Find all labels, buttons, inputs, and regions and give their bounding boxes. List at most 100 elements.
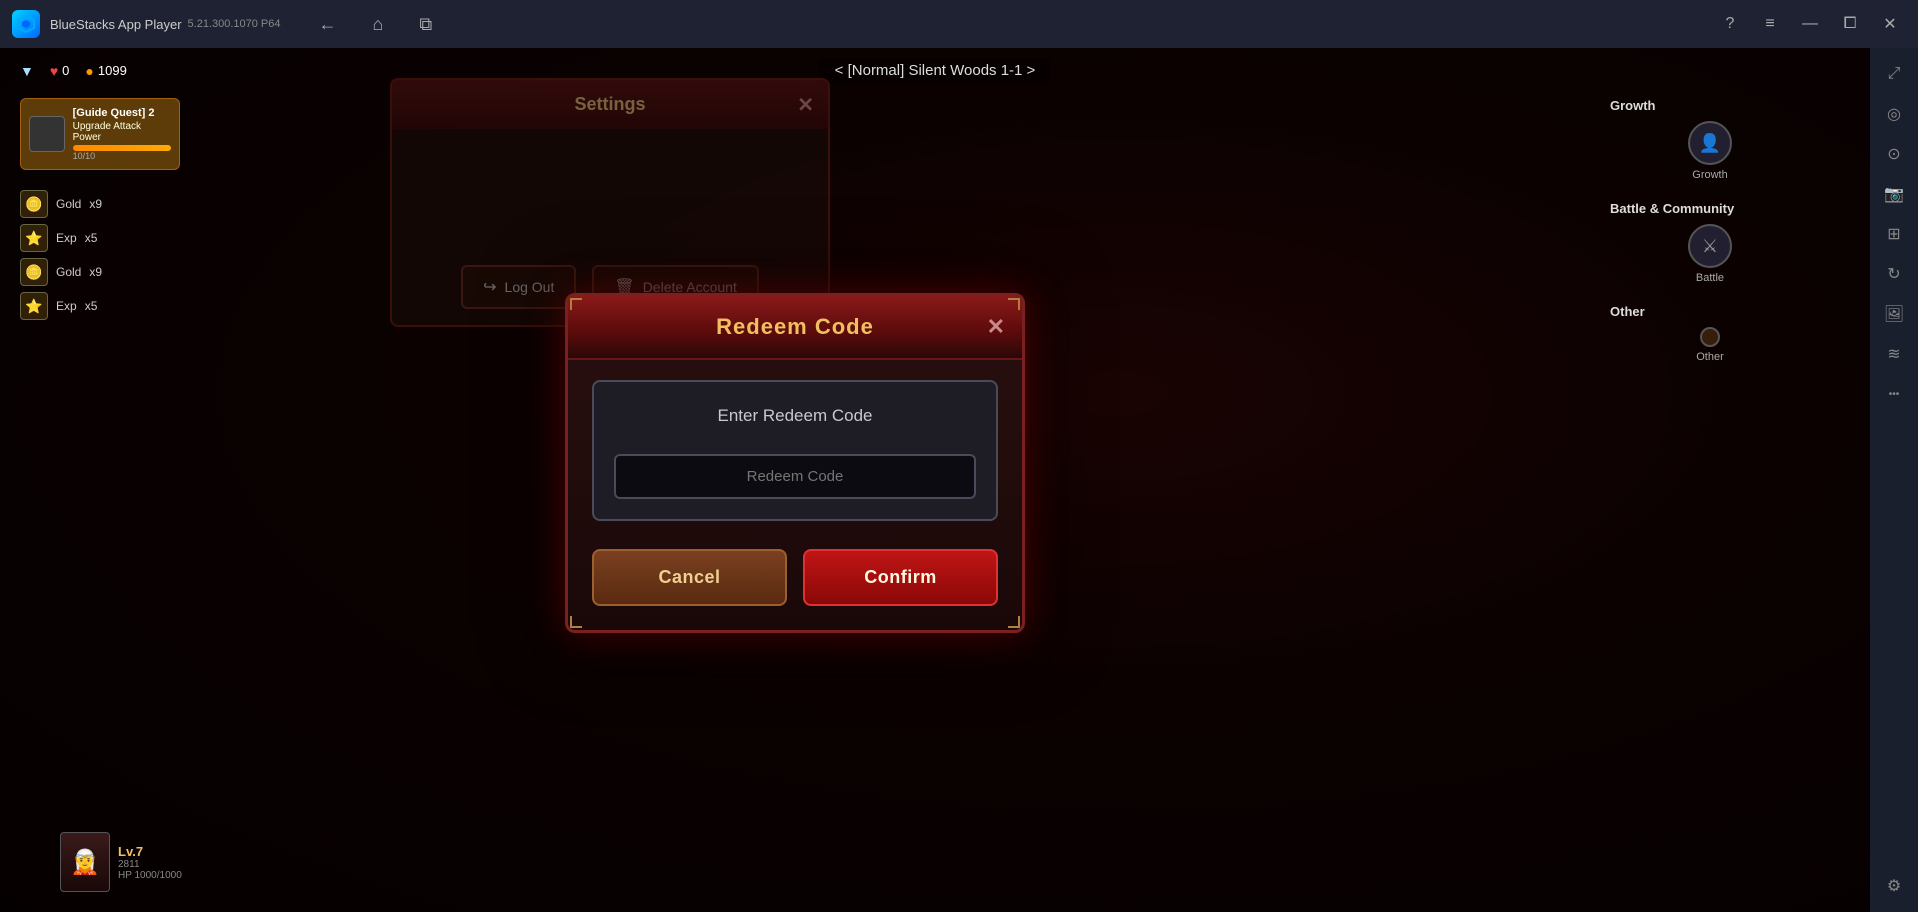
sidebar-camera-button[interactable]: ◎: [1876, 96, 1912, 132]
character-avatar: 🧝: [60, 832, 110, 892]
right-sidebar: ⤢ ◎ ⊙ 📷 ⊞ ↻ 🖼 ≋ ••• ⚙: [1870, 48, 1918, 912]
quest-description: Upgrade Attack Power: [73, 121, 171, 143]
gold2-count: x9: [89, 265, 102, 279]
redeem-code-modal: Redeem Code ✕ Enter Redeem Code Cancel C…: [565, 293, 1025, 633]
growth-title: Growth: [1610, 98, 1810, 113]
app-name-label: BlueStacks App Player: [50, 17, 182, 32]
exp2-icon: ⭐: [20, 292, 48, 320]
app-version-label: 5.21.300.1070 P64: [188, 18, 281, 30]
growth-button[interactable]: 👤 Growth: [1610, 121, 1810, 181]
exp2-count: x5: [85, 299, 98, 313]
gold2-icon: 🪙: [20, 258, 48, 286]
gold-count: x9: [89, 197, 102, 211]
heart-icon: ♥: [50, 63, 58, 79]
quest-card[interactable]: [Guide Quest] 2 Upgrade Attack Power 10/…: [20, 98, 180, 170]
growth-section: Growth 👤 Growth: [1610, 98, 1810, 181]
quest-avatar: [29, 116, 65, 152]
home-button[interactable]: ⌂: [365, 10, 392, 39]
minimize-button[interactable]: —: [1794, 8, 1826, 40]
other-icon: [1700, 327, 1720, 347]
back-button[interactable]: ←: [311, 10, 345, 39]
list-item: 🪙 Gold x9: [20, 190, 180, 218]
coin-icon: ●: [85, 63, 93, 79]
list-item: 🪙 Gold x9: [20, 258, 180, 286]
close-button[interactable]: ✕: [1874, 8, 1906, 40]
battle-community-title: Battle & Community: [1610, 201, 1810, 216]
left-panel: [Guide Quest] 2 Upgrade Attack Power 10/…: [20, 98, 180, 320]
corner-decoration-bl: [570, 616, 582, 628]
hearts-value: 0: [62, 63, 69, 78]
character-info: 🧝 Lv.7 2811 HP 1000/1000: [60, 832, 182, 892]
quest-progress-text: 10/10: [73, 151, 171, 161]
logout-label: Log Out: [505, 279, 555, 295]
redeem-placeholder-text: Enter Redeem Code: [614, 406, 976, 426]
settings-title-bar: Settings ✕: [392, 80, 828, 129]
list-item: ⭐ Exp x5: [20, 224, 180, 252]
sidebar-rotate-button[interactable]: ↻: [1876, 256, 1912, 292]
settings-body: [392, 129, 828, 249]
help-button[interactable]: ?: [1714, 8, 1746, 40]
logout-button[interactable]: ↪ Log Out: [461, 265, 576, 309]
sidebar-photo-button[interactable]: 🖼: [1876, 296, 1912, 332]
character-power: 2811: [118, 859, 182, 870]
quest-title: [Guide Quest] 2: [73, 107, 171, 119]
settings-title: Settings: [574, 94, 645, 114]
other-section: Other Other: [1610, 304, 1810, 363]
character-stats: Lv.7 2811 HP 1000/1000: [118, 844, 182, 881]
battle-section: Battle & Community ⚔ Battle: [1610, 201, 1810, 284]
corner-decoration-br: [1008, 616, 1020, 628]
battle-button[interactable]: ⚔ Battle: [1610, 224, 1810, 284]
corner-decoration-tr: [1008, 298, 1020, 310]
redeem-input-box: Enter Redeem Code: [592, 380, 998, 521]
sidebar-settings-button[interactable]: ⚙: [1876, 868, 1912, 904]
sidebar-shake-button[interactable]: ≋: [1876, 336, 1912, 372]
redeem-close-button[interactable]: ✕: [987, 314, 1006, 340]
growth-icon: 👤: [1688, 121, 1732, 165]
growth-label: Growth: [1692, 169, 1727, 181]
confirm-button[interactable]: Confirm: [803, 549, 998, 606]
redeem-buttons: Cancel Confirm: [568, 529, 1022, 630]
logout-icon: ↪: [483, 277, 496, 297]
tabs-button[interactable]: ⧉: [411, 10, 440, 39]
settings-backdrop: Settings ✕ ↪ Log Out 🗑 Delete Account: [390, 78, 830, 327]
right-panel: Growth 👤 Growth Battle & Community ⚔ Bat…: [1610, 98, 1810, 363]
character-hp: HP 1000/1000: [118, 870, 182, 881]
exp-count: x5: [85, 231, 98, 245]
game-background: ▼ ♥ 0 ● 1099 < [Normal] Silent Woods 1-1…: [0, 48, 1870, 912]
loot-items: 🪙 Gold x9 ⭐ Exp x5 🪙 Gold x9 ⭐ Exp x5: [20, 190, 180, 320]
exp-icon: ⭐: [20, 224, 48, 252]
redeem-code-input[interactable]: [614, 454, 976, 499]
redeem-body: Enter Redeem Code: [568, 360, 1022, 529]
game-hud-top: ▼ ♥ 0 ● 1099 < [Normal] Silent Woods 1-1…: [0, 58, 1870, 83]
redeem-title: Redeem Code: [716, 314, 874, 339]
other-button[interactable]: Other: [1610, 327, 1810, 363]
battle-label: Battle: [1696, 272, 1724, 284]
character-level: Lv.7: [118, 844, 182, 859]
gold-icon: 🪙: [20, 190, 48, 218]
character-area: 🧝 Lv.7 2811 HP 1000/1000: [60, 832, 182, 892]
cancel-button[interactable]: Cancel: [592, 549, 787, 606]
restore-button[interactable]: ⧠: [1834, 8, 1866, 40]
window-controls: ? ≡ — ⧠ ✕: [1714, 8, 1906, 40]
hud-level: ▼: [20, 63, 34, 79]
stage-title: < [Normal] Silent Woods 1-1 >: [819, 58, 1052, 83]
sidebar-screenshot-button[interactable]: 📷: [1876, 176, 1912, 212]
hud-hearts: ♥ 0: [50, 63, 70, 79]
bluestacks-logo: [12, 10, 40, 38]
exp2-label: Exp: [56, 299, 77, 313]
battle-icon: ⚔: [1688, 224, 1732, 268]
sidebar-resize-button[interactable]: ⤢: [1876, 56, 1912, 92]
coins-value: 1099: [98, 63, 127, 78]
hud-resources: ▼ ♥ 0 ● 1099: [20, 63, 127, 79]
sidebar-more-button[interactable]: •••: [1876, 376, 1912, 412]
sidebar-record-button[interactable]: ⊙: [1876, 136, 1912, 172]
settings-close-button[interactable]: ✕: [797, 92, 814, 117]
menu-button[interactable]: ≡: [1754, 8, 1786, 40]
quest-info: [Guide Quest] 2 Upgrade Attack Power 10/…: [73, 107, 171, 161]
gold2-label: Gold: [56, 265, 81, 279]
sidebar-zoom-button[interactable]: ⊞: [1876, 216, 1912, 252]
level-icon: ▼: [20, 63, 34, 79]
redeem-title-bar: Redeem Code ✕: [568, 296, 1022, 360]
titlebar-nav: ← ⌂ ⧉: [311, 10, 441, 39]
exp-label: Exp: [56, 231, 77, 245]
